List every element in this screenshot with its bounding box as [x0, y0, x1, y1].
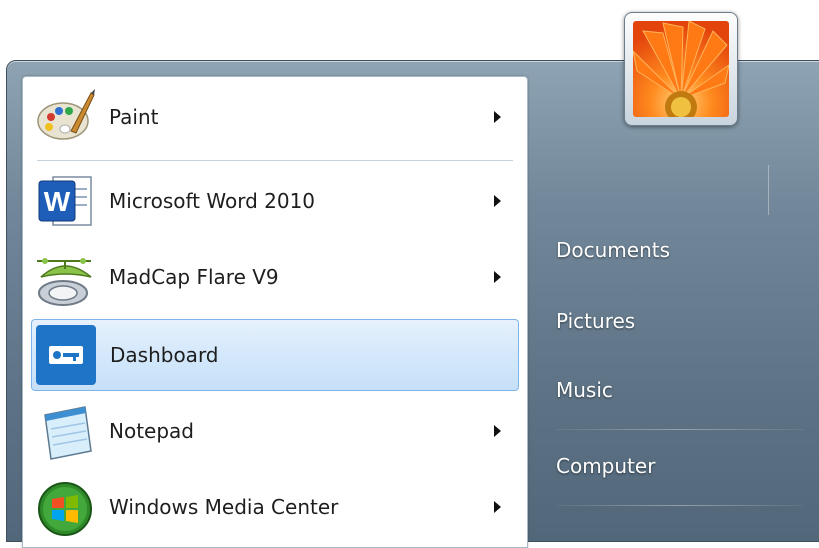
- right-pane-divider: [768, 165, 769, 215]
- flower-picture-icon: [633, 21, 729, 117]
- program-label: MadCap Flare V9: [109, 265, 279, 289]
- programs-pane: Paint W Microsoft Word 2010 MadCap Flare…: [22, 76, 528, 548]
- program-label: Notepad: [109, 419, 194, 443]
- program-item-madcap-flare-v9[interactable]: MadCap Flare V9: [31, 243, 519, 311]
- right-pane-separator: [556, 505, 804, 506]
- submenu-arrow-icon[interactable]: [494, 111, 501, 123]
- notepad-icon: [33, 399, 97, 463]
- program-item-windows-media-center[interactable]: Windows Media Center: [31, 473, 519, 541]
- program-item-microsoft-word-2010[interactable]: W Microsoft Word 2010: [31, 167, 519, 235]
- dashboard-key-icon: [34, 323, 98, 387]
- submenu-arrow-icon[interactable]: [494, 425, 501, 437]
- program-item-dashboard[interactable]: Dashboard: [31, 319, 519, 391]
- program-label: Microsoft Word 2010: [109, 189, 316, 213]
- microsoft-word-icon: W: [33, 169, 97, 233]
- submenu-arrow-icon[interactable]: [494, 501, 501, 513]
- program-label: Dashboard: [110, 343, 219, 367]
- right-link-computer[interactable]: Computer: [556, 454, 655, 478]
- right-pane-separator: [556, 429, 804, 430]
- right-link-music[interactable]: Music: [556, 378, 613, 402]
- submenu-arrow-icon[interactable]: [494, 271, 501, 283]
- madcap-flare-icon: [33, 245, 97, 309]
- svg-text:W: W: [44, 186, 71, 217]
- user-account-picture[interactable]: [624, 12, 738, 126]
- right-link-documents[interactable]: Documents: [556, 238, 670, 262]
- paint-palette-icon: [33, 85, 97, 149]
- program-label: Paint: [109, 105, 159, 129]
- right-link-pictures[interactable]: Pictures: [556, 309, 635, 333]
- program-item-notepad[interactable]: Notepad: [31, 397, 519, 465]
- pinned-separator: [37, 160, 513, 161]
- submenu-arrow-icon[interactable]: [494, 195, 501, 207]
- program-item-paint[interactable]: Paint: [31, 83, 519, 151]
- windows-media-center-icon: [33, 475, 97, 539]
- program-label: Windows Media Center: [109, 495, 339, 519]
